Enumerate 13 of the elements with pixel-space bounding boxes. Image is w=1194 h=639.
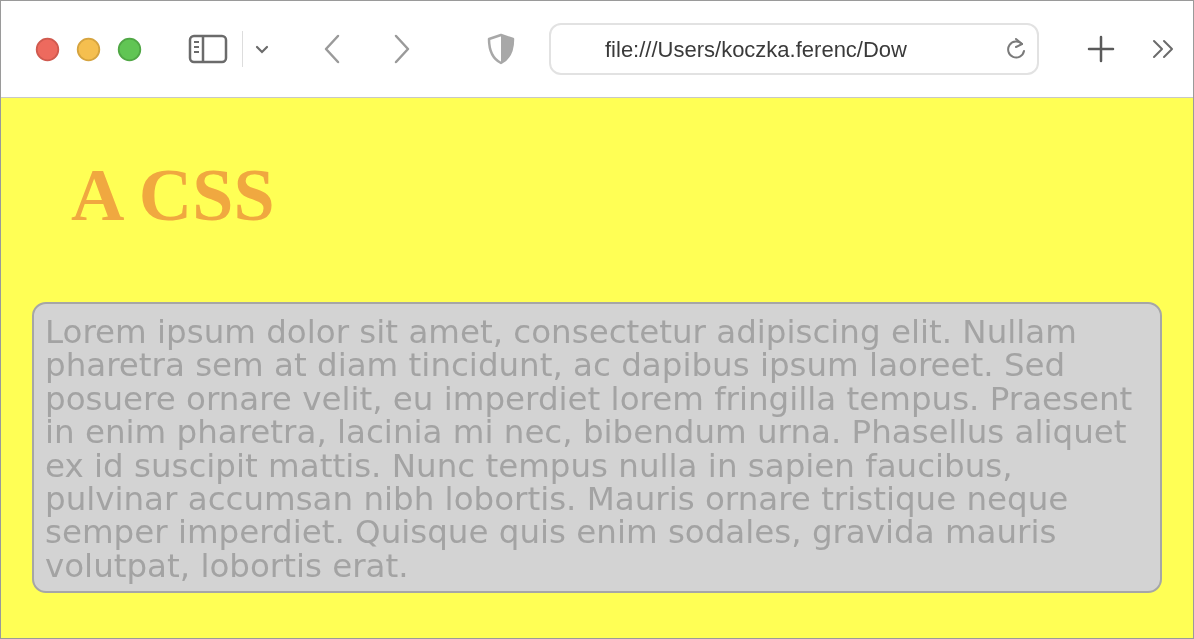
back-icon[interactable] [323,34,341,64]
sidebar-icon[interactable] [188,34,228,64]
url-text: file:///Users/koczka.ferenc/Dow [605,35,907,64]
reload-icon[interactable] [1005,37,1027,61]
address-field[interactable]: file:///Users/koczka.ferenc/Dow [549,23,1039,75]
close-window-button[interactable] [35,37,60,61]
forward-icon[interactable] [393,34,411,64]
shield-icon[interactable] [487,33,515,65]
page-heading: A CSS [71,158,275,232]
new-tab-icon[interactable] [1087,35,1115,63]
zoom-window-button[interactable] [117,37,142,61]
minimize-window-button[interactable] [76,37,101,61]
chevron-down-icon[interactable] [255,44,269,54]
